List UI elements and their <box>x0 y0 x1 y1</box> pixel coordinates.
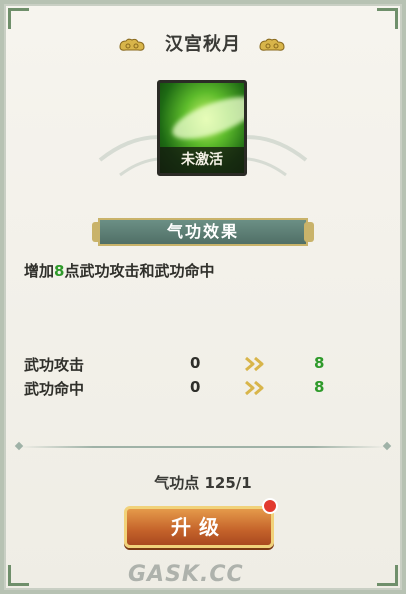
title-row: 汉宫秋月 <box>0 30 406 60</box>
stat-next-value: 8 <box>314 378 325 396</box>
section-banner: 气功效果 <box>98 218 308 246</box>
skill-effect-graphic <box>167 88 244 148</box>
corner-ornament <box>8 565 29 586</box>
double-chevron-right-icon <box>245 380 264 396</box>
watermark: GASK.CC <box>128 562 244 587</box>
stat-current-value: 0 <box>190 354 201 372</box>
corner-ornament <box>377 8 398 29</box>
stat-name: 武功攻击 <box>24 356 85 374</box>
desc-suffix: 点武功攻击和武功命中 <box>64 262 215 280</box>
notification-dot-icon <box>262 498 278 514</box>
corner-ornament <box>377 565 398 586</box>
desc-number: 8 <box>54 262 65 280</box>
qigong-points: 气功点 125/1 <box>154 474 252 492</box>
skill-icon[interactable]: 未激活 <box>157 80 247 176</box>
double-chevron-right-icon <box>245 356 264 372</box>
effect-description: 增加8点武功攻击和武功命中 <box>24 260 214 281</box>
page-title: 汉宫秋月 <box>165 34 241 55</box>
banner-cap <box>304 222 314 242</box>
stat-name: 武功命中 <box>24 380 85 398</box>
stat-row: 武功攻击 0 8 <box>24 354 364 376</box>
stat-next-value: 8 <box>314 354 325 372</box>
cloud-ornament-icon <box>259 38 285 51</box>
stat-row: 武功命中 0 8 <box>24 378 364 400</box>
divider <box>20 446 386 448</box>
stat-current-value: 0 <box>190 378 201 396</box>
upgrade-button[interactable]: 升级 <box>124 506 274 548</box>
corner-ornament <box>8 8 29 29</box>
desc-prefix: 增加 <box>24 262 55 280</box>
skill-status-label: 未激活 <box>160 147 244 173</box>
